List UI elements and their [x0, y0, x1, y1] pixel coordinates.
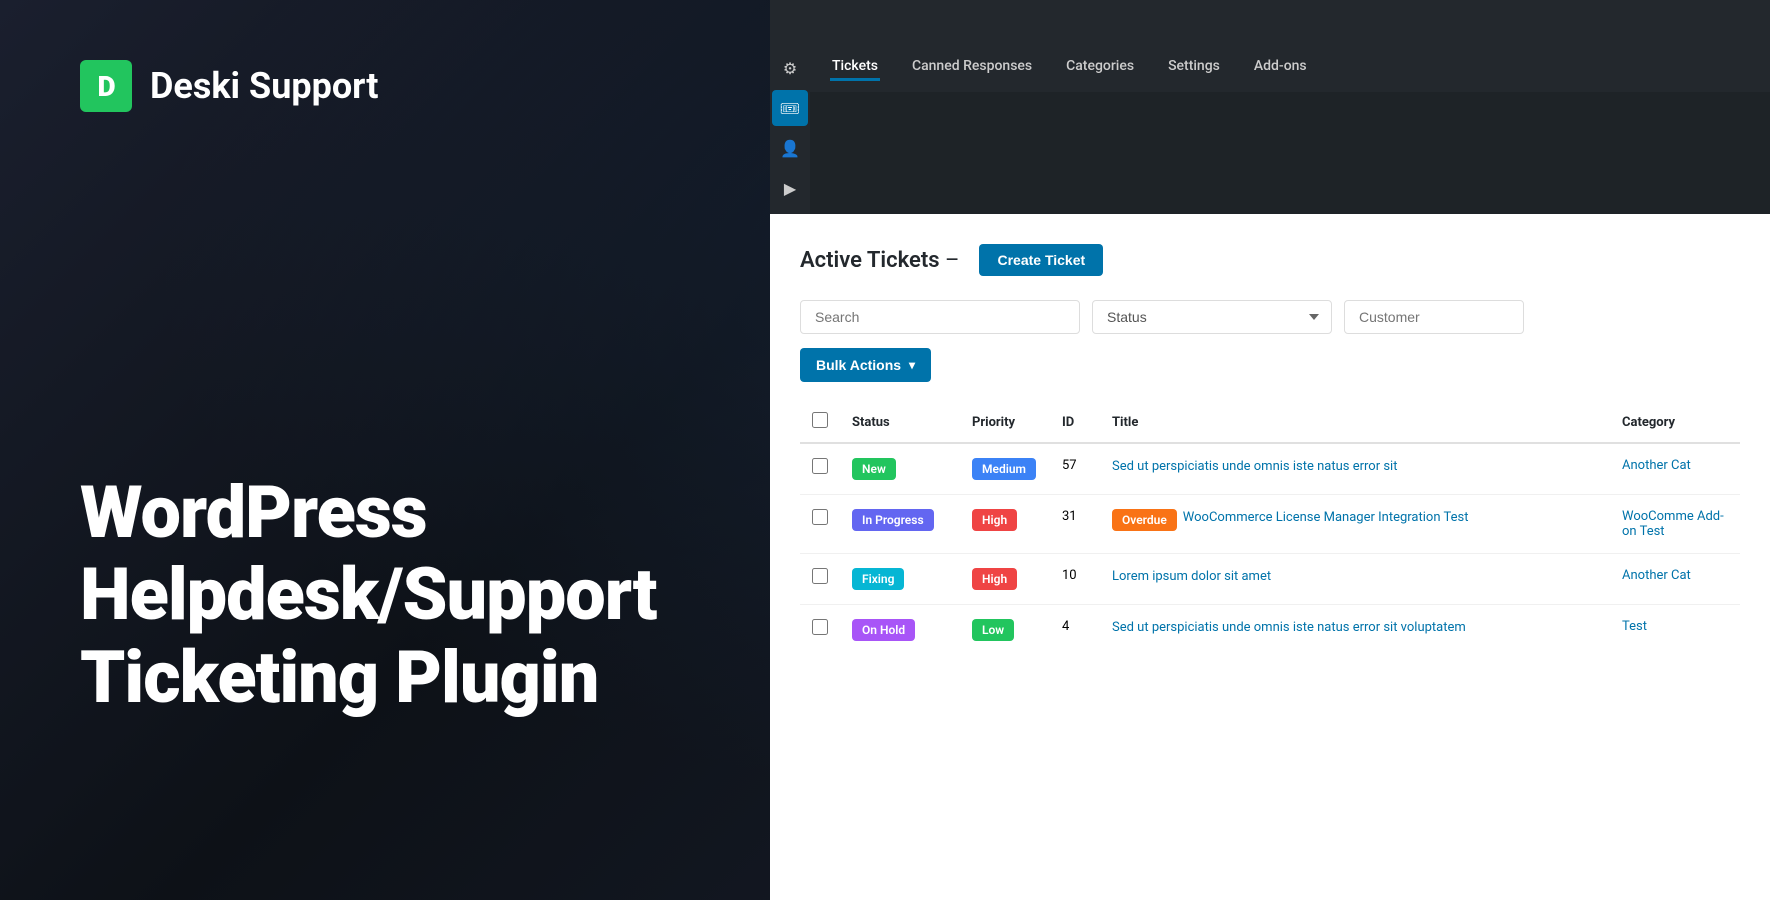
- ticket-id-1: 31: [1050, 495, 1100, 554]
- brand-header: D Deski Support: [80, 60, 378, 112]
- table-header-row: Status Priority ID Title Category: [800, 402, 1740, 443]
- ticket-title-link-2[interactable]: Lorem ipsum dolor sit amet: [1112, 569, 1271, 584]
- category-link-1[interactable]: WooComme Add-on Test: [1622, 509, 1724, 539]
- ticket-title-cell-2: Lorem ipsum dolor sit amet: [1100, 554, 1610, 605]
- plugin-top-nav: Tickets Canned Responses Categories Sett…: [810, 42, 1770, 92]
- ticket-title-cell-1: Overdue WooCommerce License Manager Integ…: [1100, 495, 1610, 554]
- ticket-id-0: 57: [1050, 443, 1100, 495]
- tickets-table: Status Priority ID Title Category New Med…: [800, 402, 1740, 655]
- right-panel: ⚙ 🎟 👤 ▶ Tickets Canned Responses Categor…: [770, 0, 1770, 900]
- sidebar-icon-tickets[interactable]: 🎟: [772, 90, 808, 126]
- create-ticket-button[interactable]: Create Ticket: [979, 244, 1103, 276]
- status-badge-1: In Progress: [852, 509, 934, 531]
- priority-badge-3: Low: [972, 619, 1014, 641]
- category-link-2[interactable]: Another Cat: [1622, 568, 1691, 583]
- status-select[interactable]: Status New In Progress Fixing On Hold Cl…: [1092, 300, 1332, 334]
- brand-logo: D: [80, 60, 132, 112]
- hero-text: WordPress Helpdesk/Support Ticketing Plu…: [80, 472, 657, 720]
- nav-addons[interactable]: Add-ons: [1252, 54, 1309, 81]
- nav-settings[interactable]: Settings: [1166, 54, 1222, 81]
- left-panel: D Deski Support WordPress Helpdesk/Suppo…: [0, 0, 780, 900]
- filters-row: Status New In Progress Fixing On Hold Cl…: [800, 300, 1740, 334]
- wp-admin-bar: [770, 0, 1770, 42]
- bulk-actions-row: Bulk Actions: [800, 348, 1740, 382]
- priority-badge-2: High: [972, 568, 1017, 590]
- page-header: Active Tickets – Create Ticket: [800, 244, 1740, 276]
- select-all-checkbox[interactable]: [812, 412, 828, 428]
- overdue-badge-1: Overdue: [1112, 509, 1177, 531]
- ticket-title-link-3[interactable]: Sed ut perspiciatis unde omnis iste natu…: [1112, 620, 1466, 635]
- status-badge-0: New: [852, 458, 896, 480]
- nav-canned-responses[interactable]: Canned Responses: [910, 54, 1034, 81]
- sidebar-icon-media[interactable]: ▶: [772, 170, 808, 206]
- table-row: In Progress High 31 Overdue WooCommerce Lice…: [800, 495, 1740, 554]
- priority-badge-1: High: [972, 509, 1017, 531]
- col-header-check: [800, 402, 840, 443]
- row-checkbox-0[interactable]: [812, 458, 828, 474]
- status-badge-2: Fixing: [852, 568, 904, 590]
- table-row: New Medium 57 Sed ut perspiciatis unde omni…: [800, 443, 1740, 495]
- nav-categories[interactable]: Categories: [1064, 54, 1136, 81]
- status-badge-3: On Hold: [852, 619, 915, 641]
- table-row: On Hold Low 4 Sed ut perspiciatis unde omni…: [800, 605, 1740, 656]
- nav-tickets[interactable]: Tickets: [830, 54, 880, 81]
- ticket-title-cell-3: Sed ut perspiciatis unde omnis iste natu…: [1100, 605, 1610, 656]
- ticket-id-3: 4: [1050, 605, 1100, 656]
- hero-heading: WordPress Helpdesk/Support Ticketing Plu…: [80, 472, 657, 720]
- row-checkbox-1[interactable]: [812, 509, 828, 525]
- col-header-priority: Priority: [960, 402, 1050, 443]
- sidebar-icon-users[interactable]: 👤: [772, 130, 808, 166]
- bulk-actions-button[interactable]: Bulk Actions: [800, 348, 931, 382]
- ticket-title-link-0[interactable]: Sed ut perspiciatis unde omnis iste natu…: [1112, 459, 1397, 474]
- page-title: Active Tickets –: [800, 248, 959, 273]
- title-with-badge-1: Overdue WooCommerce License Manager Integ…: [1112, 509, 1598, 531]
- customer-input[interactable]: [1344, 300, 1524, 334]
- category-link-3[interactable]: Test: [1622, 619, 1647, 634]
- search-input[interactable]: [800, 300, 1080, 334]
- row-checkbox-3[interactable]: [812, 619, 828, 635]
- main-content: Active Tickets – Create Ticket Status Ne…: [770, 214, 1770, 900]
- sidebar-icon-settings[interactable]: ⚙: [772, 50, 808, 86]
- brand-name: Deski Support: [150, 65, 378, 107]
- col-header-title: Title: [1100, 402, 1610, 443]
- row-checkbox-2[interactable]: [812, 568, 828, 584]
- ticket-id-2: 10: [1050, 554, 1100, 605]
- plugin-nav-container: ⚙ 🎟 👤 ▶ Tickets Canned Responses Categor…: [770, 42, 1770, 214]
- sidebar-icons: ⚙ 🎟 👤 ▶: [770, 42, 810, 214]
- ticket-title-link-1[interactable]: WooCommerce License Manager Integration …: [1183, 509, 1469, 527]
- ticket-title-cell-0: Sed ut perspiciatis unde omnis iste natu…: [1100, 443, 1610, 495]
- col-header-category: Category: [1610, 402, 1740, 443]
- col-header-status: Status: [840, 402, 960, 443]
- priority-badge-0: Medium: [972, 458, 1036, 480]
- category-link-0[interactable]: Another Cat: [1622, 458, 1691, 473]
- table-row: Fixing High 10 Lorem ipsum dolor sit amet An…: [800, 554, 1740, 605]
- col-header-id: ID: [1050, 402, 1100, 443]
